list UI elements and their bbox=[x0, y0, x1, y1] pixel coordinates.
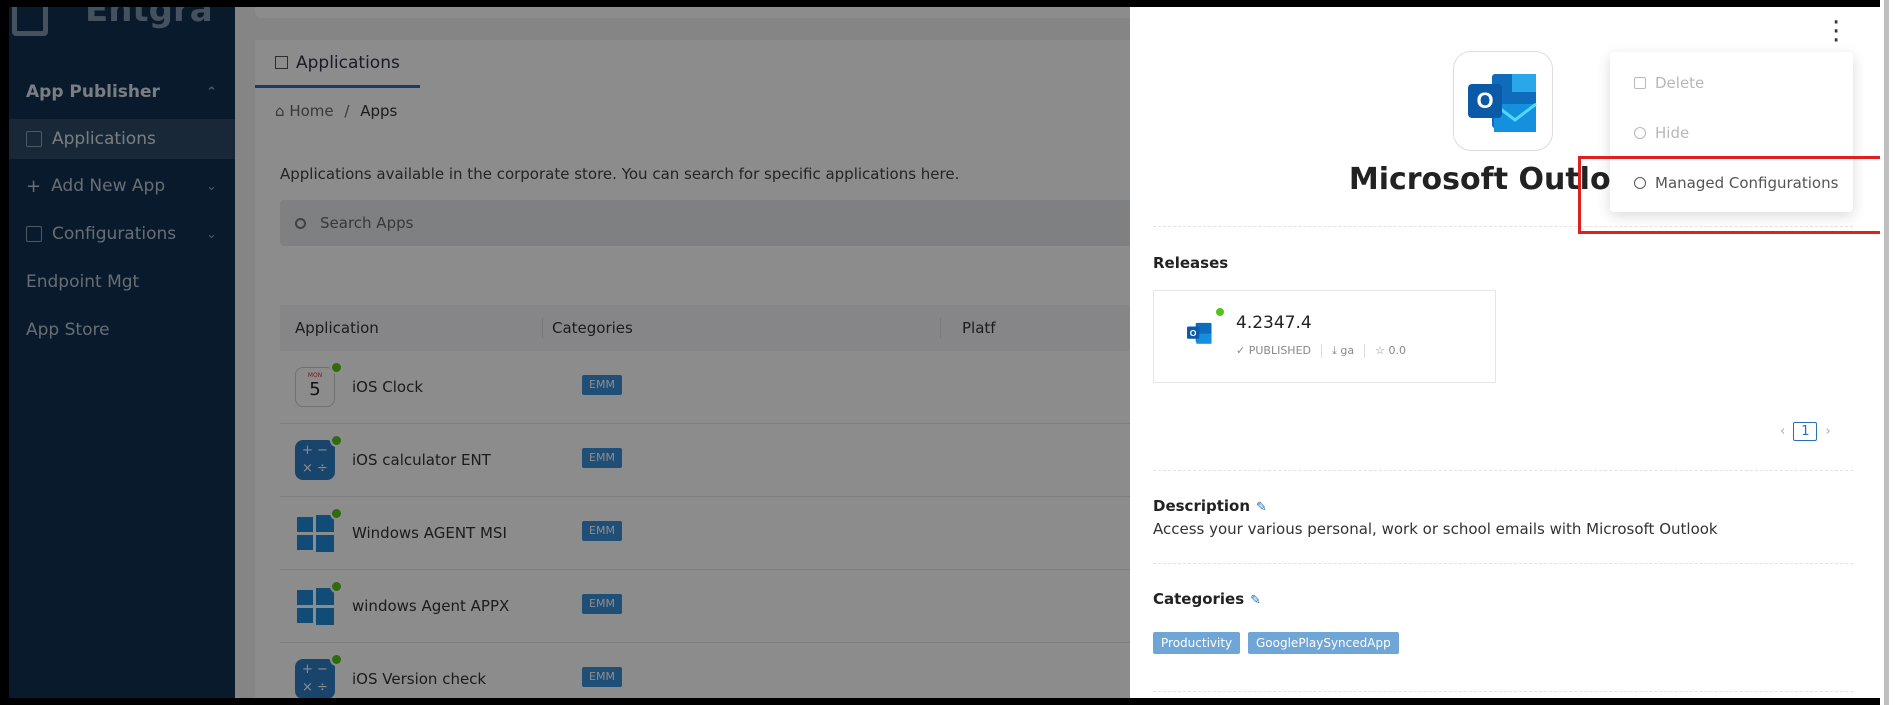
divider bbox=[1153, 691, 1853, 692]
category-tag: GooglePlaySyncedApp bbox=[1248, 632, 1399, 654]
modal-overlay[interactable] bbox=[0, 0, 1130, 705]
outlook-icon: O bbox=[1453, 51, 1553, 151]
pagination: ‹ 1 › bbox=[1780, 422, 1831, 441]
description-heading: Description ✎ bbox=[1153, 497, 1267, 515]
description-text: Access your various personal, work or sc… bbox=[1153, 520, 1718, 538]
releases-heading: Releases bbox=[1153, 254, 1229, 272]
highlight-box bbox=[1578, 156, 1886, 234]
divider bbox=[1153, 563, 1853, 564]
more-options-icon[interactable]: · · · bbox=[1832, 10, 1840, 54]
category-tag: Productivity bbox=[1153, 632, 1241, 654]
outlook-icon: O bbox=[1182, 315, 1218, 351]
page-number[interactable]: 1 bbox=[1793, 422, 1818, 441]
menu-item-delete[interactable]: Delete bbox=[1634, 74, 1704, 92]
release-version: 4.2347.4 bbox=[1236, 313, 1312, 333]
svg-text:O: O bbox=[1476, 88, 1493, 113]
svg-text:O: O bbox=[1190, 328, 1197, 338]
check-icon bbox=[1214, 306, 1226, 318]
scrollbar[interactable] bbox=[1884, 0, 1889, 705]
divider bbox=[1153, 470, 1853, 471]
categories-heading: Categories ✎ bbox=[1153, 590, 1262, 608]
next-page-icon[interactable]: › bbox=[1825, 424, 1830, 439]
download-icon: ⤓ bbox=[1332, 344, 1337, 357]
prev-page-icon[interactable]: ‹ bbox=[1780, 424, 1785, 439]
star-icon: ☆ bbox=[1375, 344, 1385, 357]
check-mark-icon: ✓ bbox=[1236, 344, 1246, 357]
release-card[interactable]: O 4.2347.4 ✓ PUBLISHED ⤓ ga ☆ 0.0 bbox=[1153, 290, 1496, 383]
frame-border bbox=[0, 0, 1880, 7]
edit-icon[interactable]: ✎ bbox=[1250, 593, 1261, 608]
menu-item-hide[interactable]: Hide bbox=[1634, 124, 1689, 142]
eye-off-icon bbox=[1634, 127, 1646, 139]
frame-border bbox=[0, 698, 1880, 705]
release-meta: ✓ PUBLISHED ⤓ ga ☆ 0.0 bbox=[1236, 344, 1406, 358]
trash-icon bbox=[1634, 77, 1646, 89]
edit-icon[interactable]: ✎ bbox=[1256, 500, 1267, 515]
frame-border bbox=[0, 0, 9, 705]
